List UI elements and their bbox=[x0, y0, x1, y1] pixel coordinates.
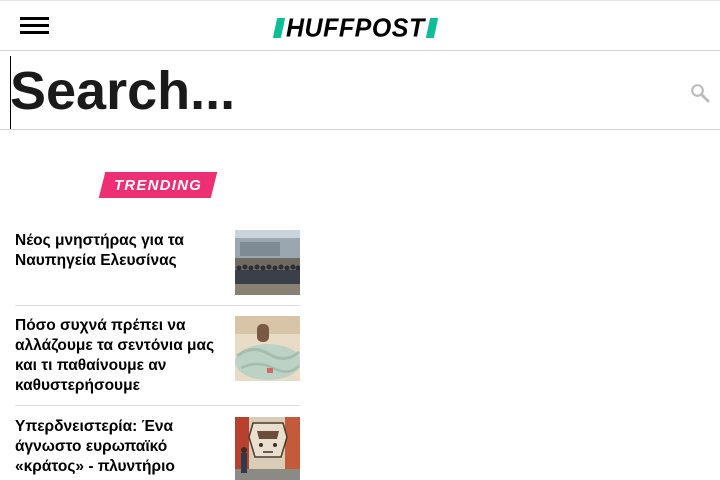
menu-line bbox=[20, 31, 49, 34]
group-photo-thumbnail bbox=[235, 230, 300, 295]
trending-label: TRENDING bbox=[114, 177, 202, 194]
logo-accent-bar-right bbox=[425, 18, 438, 38]
menu-line bbox=[20, 17, 49, 20]
article-thumbnail[interactable] bbox=[235, 417, 300, 480]
trending-article[interactable]: Νέος μνηστήρας για τα Ναυπηγεία Ελευσίνα… bbox=[15, 221, 300, 306]
top-navigation-bar: HUFFPOST bbox=[0, 0, 720, 51]
menu-line bbox=[20, 24, 49, 27]
huffpost-logo[interactable]: HUFFPOST bbox=[272, 13, 438, 43]
article-title[interactable]: Πόσο συχνά πρέπει να αλλάζουμε τα σεντόν… bbox=[15, 316, 225, 396]
bed-sheets-thumbnail bbox=[235, 316, 300, 381]
search-bar bbox=[0, 51, 720, 130]
soviet-mural-thumbnail bbox=[235, 417, 300, 480]
search-icon[interactable] bbox=[690, 83, 710, 103]
trending-article[interactable]: Πόσο συχνά πρέπει να αλλάζουμε τα σεντόν… bbox=[15, 306, 300, 406]
trending-badge: TRENDING bbox=[98, 172, 218, 198]
article-thumbnail[interactable] bbox=[235, 230, 300, 295]
article-title[interactable]: Νέος μνηστήρας για τα Ναυπηγεία Ελευσίνα… bbox=[15, 231, 225, 271]
trending-list: Νέος μνηστήρας για τα Ναυπηγεία Ελευσίνα… bbox=[15, 221, 300, 480]
search-input[interactable] bbox=[10, 53, 670, 129]
article-title[interactable]: Υπερδνειστερία: Ένα άγνωστο ευρωπαϊκό «κ… bbox=[15, 417, 225, 477]
trending-article[interactable]: Υπερδνειστερία: Ένα άγνωστο ευρωπαϊκό «κ… bbox=[15, 406, 300, 480]
logo-accent-bar-left bbox=[272, 18, 286, 38]
article-thumbnail[interactable] bbox=[235, 316, 300, 381]
logo-text: HUFFPOST bbox=[286, 13, 425, 43]
hamburger-menu-icon[interactable] bbox=[20, 15, 50, 37]
